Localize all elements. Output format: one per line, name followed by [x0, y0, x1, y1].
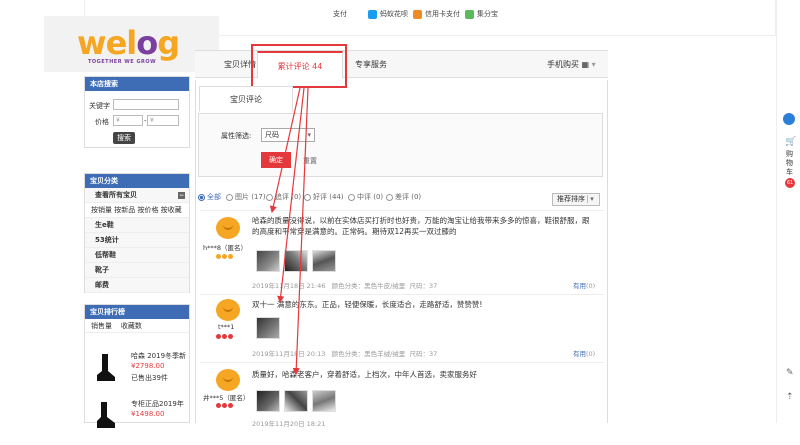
payment-jifenbao[interactable]: 集分宝: [465, 9, 498, 19]
ranking-panel: 宝贝排行榜 销售量 收藏数 哈森 2019冬季新 ¥2798.00 已售出39件…: [84, 304, 190, 428]
review-photo[interactable]: [284, 390, 308, 412]
attr-select[interactable]: 尺码 ▾: [261, 128, 315, 142]
ranking-header: 宝贝排行榜: [85, 305, 189, 319]
ranking-tabs: 销售量 收藏数: [85, 319, 189, 333]
right-toolbar: [776, 0, 800, 423]
search-button[interactable]: 搜索: [113, 132, 135, 144]
sort-dropdown[interactable]: 推荐排序 ▾: [552, 193, 600, 206]
review-photo[interactable]: [256, 250, 280, 272]
review-photo[interactable]: [312, 250, 336, 272]
review-item: h***8（匿名） 哈森的质量没得说，以前在实体店买打折时也好贵，万能的淘宝让给…: [200, 210, 604, 294]
attribute-filter-box: 属性筛选: 尺码 ▾ 确定 重置: [198, 113, 603, 177]
review-text: 哈森的质量没得说，以前在实体店买打折时也好贵，万能的淘宝让给我带来多多的惊喜，鞋…: [252, 216, 590, 236]
tab-mobile-buy[interactable]: 手机购买 ▦ ▾: [547, 51, 596, 78]
cart-count-badge: 61: [785, 178, 795, 188]
credit-card-icon: [413, 9, 422, 19]
review-text: 质量好，哈森老客户，穿着舒适，上档次，中年人首选，卖家服务好: [252, 370, 477, 379]
user-avatar: [216, 369, 240, 391]
review-item: 井***5（匿名） 质量好，哈森老客户，穿着舒适，上档次，中年人首选，卖家服务好…: [200, 362, 604, 428]
filter-all[interactable]: 全部: [198, 192, 221, 202]
service-icon[interactable]: [783, 113, 795, 125]
category-item[interactable]: 生e鞋: [85, 218, 189, 233]
review-text: 双十一 满意的东东。正品，轻便保暖，长度适合，走路舒适，赞赞赞!: [252, 300, 483, 309]
ranking-item[interactable]: 专柜正品2019年 ¥1498.00: [85, 397, 189, 445]
reviewer-level-icon: [216, 253, 234, 261]
reviewer-name: t***1: [218, 323, 235, 331]
back-to-top-icon[interactable]: ⇡: [786, 392, 794, 402]
reviewer-name: 井***5（匿名）: [203, 394, 250, 402]
tab-service[interactable]: 专享服务: [355, 51, 387, 78]
reviewer-level-icon: [216, 402, 234, 410]
payment-label: 支付: [333, 10, 347, 18]
reset-link[interactable]: 重置: [303, 156, 317, 166]
confirm-button[interactable]: 确定: [261, 152, 291, 168]
review-photo[interactable]: [256, 317, 280, 339]
user-avatar: [216, 299, 240, 321]
tab-sales[interactable]: 销售量: [91, 322, 112, 330]
cart-icon[interactable]: 🛒: [785, 137, 796, 147]
review-photo[interactable]: [312, 390, 336, 412]
payment-huabei[interactable]: 蚂蚁花呗: [368, 9, 408, 19]
keyword-input[interactable]: [113, 99, 179, 110]
filter-follow-up[interactable]: 追评 (0): [266, 192, 301, 202]
user-avatar: [216, 217, 240, 239]
filter-images[interactable]: 图片 (17): [226, 192, 266, 202]
attr-filter-label: 属性筛选:: [221, 132, 252, 140]
category-header: 宝贝分类: [85, 174, 189, 188]
category-item[interactable]: 53统计: [85, 233, 189, 248]
reviewer-level-icon: [216, 333, 234, 341]
collapse-icon[interactable]: −: [178, 192, 185, 199]
welog-logo: welog TOGETHER WE GROW: [44, 16, 219, 72]
category-panel: 宝贝分类 查看所有宝贝 − 按销量 按新品 按价格 按收藏 生e鞋 53统计 低帮…: [84, 173, 190, 293]
tab-favorites[interactable]: 收藏数: [121, 322, 142, 330]
boot-image: [97, 402, 115, 428]
review-photo[interactable]: [256, 390, 280, 412]
qr-code-icon: ▦: [581, 60, 590, 69]
category-item[interactable]: 邮费: [85, 278, 189, 293]
boot-image: [97, 354, 115, 381]
shop-search-header: 本店搜索: [85, 77, 189, 91]
jifenbao-icon: [465, 9, 474, 19]
keyword-label: 关键字: [89, 102, 110, 110]
useful-button[interactable]: 有用(0): [573, 348, 595, 358]
price-label: 价格: [95, 118, 109, 126]
huabei-icon: [368, 9, 377, 19]
chevron-down-icon: ▾: [307, 131, 311, 139]
cart-label[interactable]: 购物车: [786, 150, 794, 177]
chevron-down-icon: ▾: [587, 195, 594, 203]
ranking-item[interactable]: 哈森 2019冬季新 ¥2798.00 已售出39件: [85, 349, 189, 397]
edit-icon[interactable]: ✎: [786, 368, 794, 378]
price-max-input[interactable]: ¥: [147, 115, 179, 126]
payment-credit-card[interactable]: 信用卡支付: [413, 9, 460, 19]
review-item: t***1 双十一 满意的东东。正品，轻便保暖，长度适合，走路舒适，赞赞赞! 2…: [200, 294, 604, 362]
category-sort-links[interactable]: 按销量 按新品 按价格 按收藏: [85, 203, 189, 218]
review-meta: 2019年11月18日 20:13 颜色分类：黑色羊绒/绒里 尺码：37: [252, 350, 438, 358]
shop-search-panel: 本店搜索 关键字 价格 ¥ - ¥ 搜索: [84, 76, 190, 148]
category-item[interactable]: 低帮鞋: [85, 248, 189, 263]
filter-positive[interactable]: 好评 (44): [304, 192, 344, 202]
subtab-product-reviews[interactable]: 宝贝评论: [199, 86, 293, 112]
review-filter-radios: 全部 图片 (17) 追评 (0) 好评 (44) 中评 (0) 差评 (0): [196, 192, 608, 206]
price-min-input[interactable]: ¥: [113, 115, 143, 126]
category-item[interactable]: 靴子: [85, 263, 189, 278]
filter-neutral[interactable]: 中评 (0): [348, 192, 383, 202]
view-all-items[interactable]: 查看所有宝贝 −: [85, 188, 189, 203]
chevron-down-icon: ▾: [591, 60, 596, 69]
useful-button[interactable]: 有用(0): [573, 280, 595, 290]
filter-negative[interactable]: 差评 (0): [386, 192, 421, 202]
review-photo[interactable]: [284, 250, 308, 272]
review-meta: 2019年11月20日 18:21: [252, 420, 326, 428]
review-meta: 2019年11月18日 21:46 颜色分类：黑色牛皮/绒里 尺码：37: [252, 282, 438, 290]
reviewer-name: h***8（匿名）: [203, 244, 248, 252]
